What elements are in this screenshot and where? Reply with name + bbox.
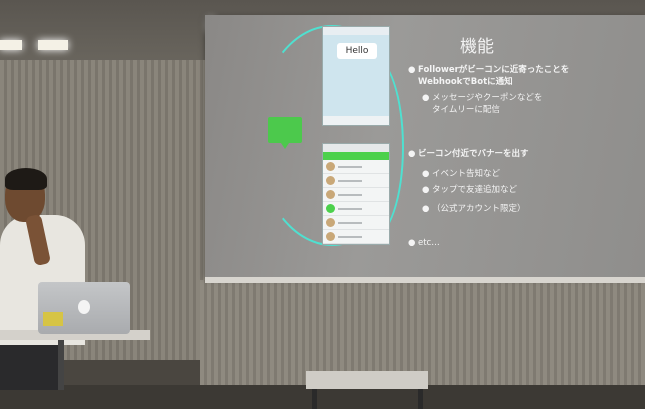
line-message-icon [268,117,302,149]
slide-bullet: ● ビーコン付近でバナーを出す [408,149,529,159]
ceiling-light [0,40,22,50]
screen-edge [205,277,645,283]
slide-sub-bullet-cont: タイムリーに配信 [432,105,500,115]
avatar [326,190,335,199]
apple-logo-icon [78,300,90,314]
phone-status-bar [323,27,389,35]
desk-leg [58,340,64,390]
list-item [323,230,389,244]
slide-bullet-cont: WebhookでBotに通知 [418,77,513,87]
list-item [323,202,389,216]
slide-sub-bullet: ● メッセージやクーポンなどを [422,93,543,103]
avatar [326,232,335,241]
chat-bubble: Hello [337,43,377,59]
list-item [323,160,389,174]
ceiling-light [38,40,68,50]
avatar [326,204,335,213]
avatar [326,176,335,185]
phone-mockup-friend-list [322,143,390,245]
presenter-legs [0,340,60,390]
list-item [323,216,389,230]
stool-leg [312,389,317,409]
slide-bullet: ● Followerがビーコンに近寄ったことを [408,65,570,75]
avatar [326,162,335,171]
laptop [38,282,130,334]
stool-top [306,371,428,389]
phone-footer [323,116,389,125]
laptop-sticker [43,312,63,326]
slide-title: 機能 [460,37,494,57]
list-item [323,188,389,202]
slide-sub-bullet: ● （公式アカウント限定） [422,204,526,214]
slide-sub-bullet: ● タップで友達追加など [422,185,518,195]
slide-sub-bullet: ● イベント告知など [422,169,501,179]
phone-status-bar [323,144,389,152]
slide-bullet: ● etc… [408,238,440,248]
list-item [323,174,389,188]
beacon-banner [323,152,389,160]
presenter-hair [5,168,47,190]
phone-mockup-chat: Hello [322,26,390,126]
avatar [326,218,335,227]
stool-leg [418,389,423,409]
presentation-room-photo: Hello 機能 ● Followerがビーコンに近寄ったことを Webhookで… [0,0,645,409]
